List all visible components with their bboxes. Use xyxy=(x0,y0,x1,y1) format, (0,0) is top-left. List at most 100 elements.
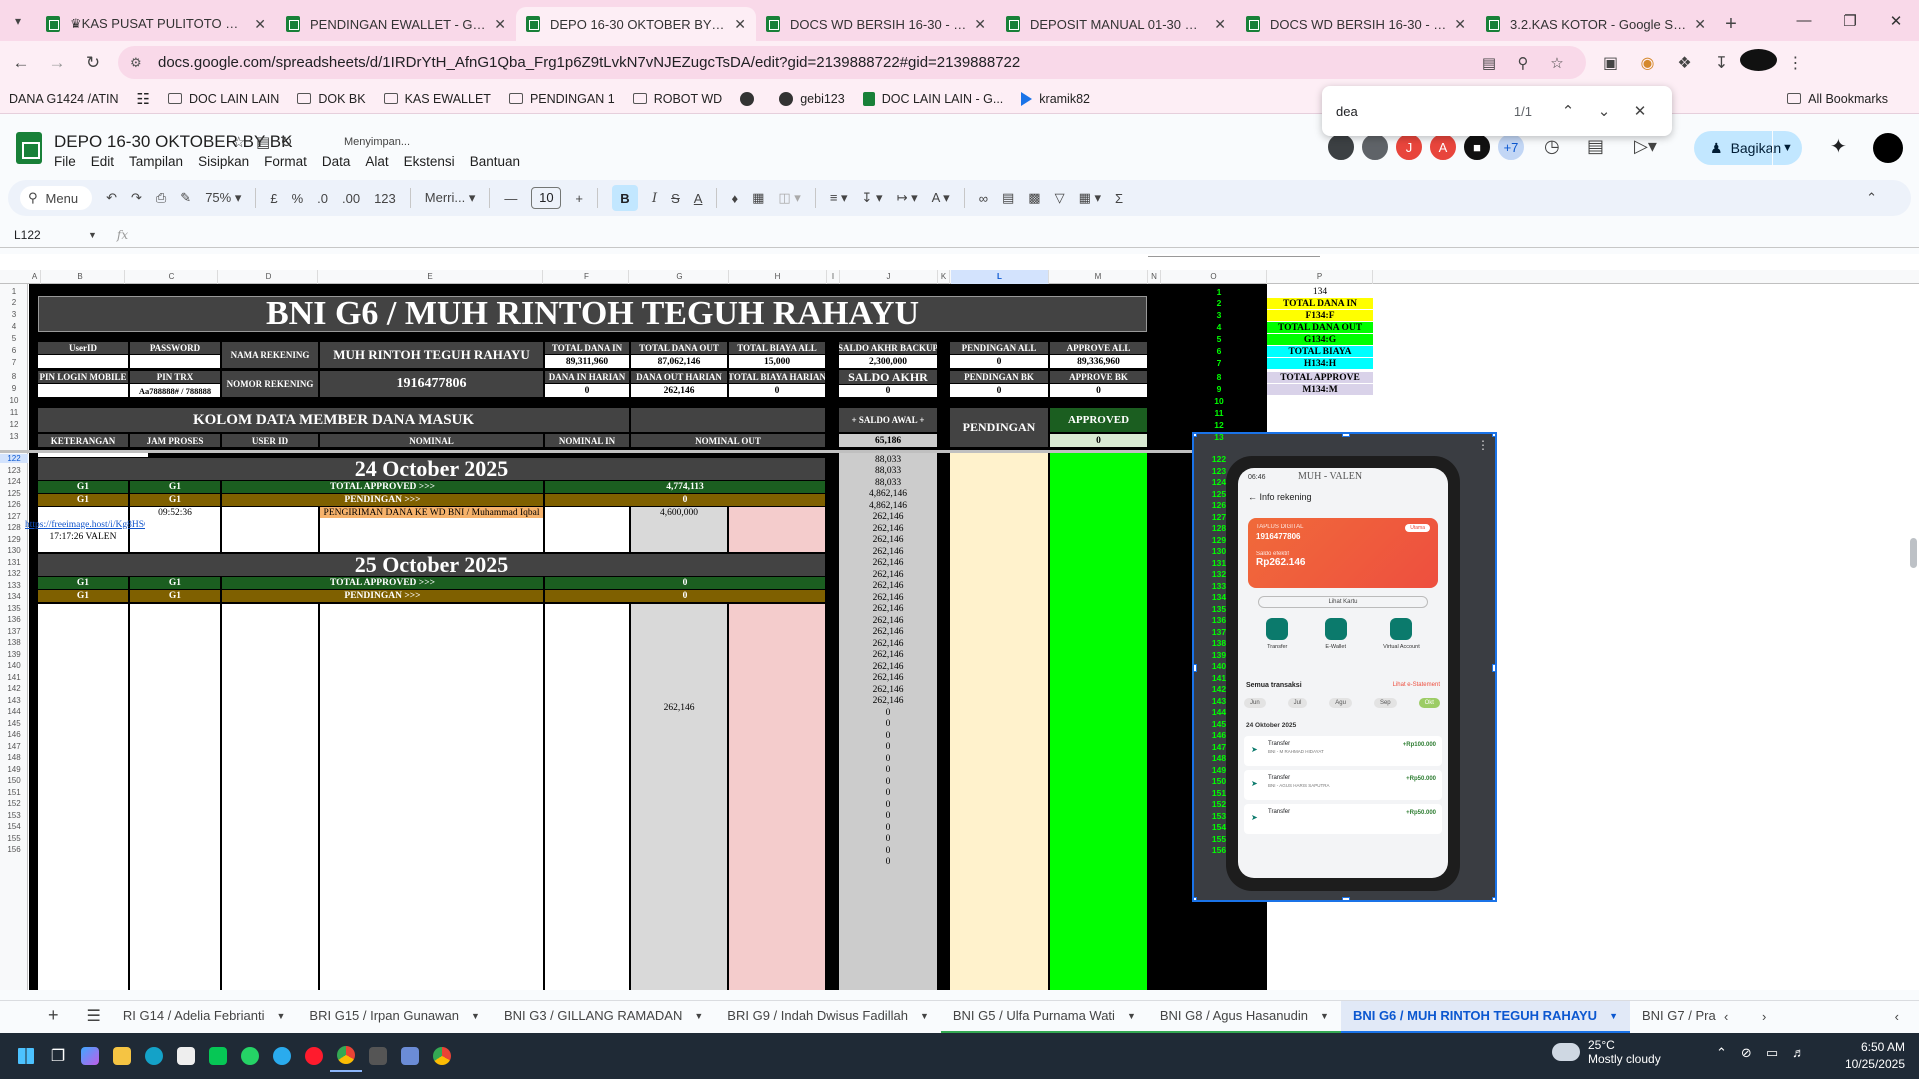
proof-link-cell[interactable]: https://freeimage.host/i/Kg8HSCg xyxy=(25,519,145,530)
dana-in-harian-label[interactable]: DANA IN HARIAN xyxy=(545,371,629,383)
increase-decimal-button[interactable]: .00 xyxy=(342,191,360,206)
column-header[interactable]: F xyxy=(545,270,629,284)
pengiriman-cell[interactable]: PENGIRIMAN DANA KE WD BNI / Muhammad Iqb… xyxy=(320,507,543,518)
sheet-tab[interactable]: BNI G5 / Ulfa Purnama Wati ▼ xyxy=(940,1001,1148,1034)
copilot-icon[interactable] xyxy=(74,1040,106,1072)
row-header[interactable]: 126 xyxy=(0,500,28,509)
horizontal-align-icon[interactable]: ≡ ▾ xyxy=(830,190,848,206)
saldo-value[interactable]: 262,146 xyxy=(839,535,937,546)
saldo-value[interactable]: 0 xyxy=(839,742,937,753)
row-header[interactable]: 8 xyxy=(0,372,28,381)
row-header[interactable]: 144 xyxy=(0,707,28,716)
row-number[interactable]: 2 xyxy=(1174,298,1264,308)
sheet-tab-dropdown-icon[interactable]: ▼ xyxy=(920,1011,929,1021)
row-number[interactable]: 1 xyxy=(1174,287,1264,297)
row-header[interactable]: 6 xyxy=(0,346,28,355)
saldo-value[interactable]: 0 xyxy=(839,845,937,856)
cast-icon[interactable]: ▣ xyxy=(1592,53,1629,73)
pendingan-row-label-2[interactable]: PENDINGAN >>> xyxy=(222,590,543,602)
resize-handle[interactable] xyxy=(1492,434,1495,437)
approved-header[interactable]: APPROVED xyxy=(1050,408,1147,432)
column-group-control[interactable] xyxy=(1148,256,1320,266)
browser-tab[interactable]: PENDINGAN EWALLET - Googl ✕ xyxy=(276,7,516,41)
userid-value[interactable] xyxy=(38,355,128,368)
column-header[interactable]: L xyxy=(951,270,1049,284)
paint-format-icon[interactable]: ✎ xyxy=(180,190,191,206)
row-header[interactable]: 143 xyxy=(0,696,28,705)
nominal-out-area-2[interactable] xyxy=(631,604,727,990)
opera-icon[interactable] xyxy=(298,1040,330,1072)
saldo-value[interactable]: 0 xyxy=(839,753,937,764)
saldo-value[interactable]: 0 xyxy=(839,776,937,787)
all-sheets-icon[interactable]: ☰ xyxy=(77,1001,111,1034)
row-header[interactable]: 150 xyxy=(0,776,28,785)
percent-button[interactable]: % xyxy=(292,191,304,206)
saldo-value[interactable]: 0 xyxy=(839,857,937,868)
browser-tab[interactable]: DEPOSIT MANUAL 01-30 OKTO ✕ xyxy=(996,7,1236,41)
font-select[interactable]: Merri... ▾ xyxy=(425,190,476,206)
zoom-select[interactable]: 75% ▾ xyxy=(205,190,241,206)
account-avatar[interactable] xyxy=(1873,133,1903,163)
share-dropdown-icon[interactable]: ▼ xyxy=(1772,131,1802,165)
puzzle-icon[interactable]: ❖ xyxy=(1666,53,1703,73)
row-header[interactable]: 7 xyxy=(0,358,28,367)
col-nominal-in[interactable]: NOMINAL IN xyxy=(545,434,629,447)
resize-handle[interactable] xyxy=(1492,897,1495,900)
saldo-awal-value[interactable]: 65,186 xyxy=(839,434,937,447)
print-icon[interactable]: ⎙ xyxy=(156,190,166,206)
row-number[interactable]: 140 xyxy=(1174,661,1264,671)
row-header[interactable]: 141 xyxy=(0,673,28,682)
row-header[interactable]: 154 xyxy=(0,822,28,831)
menu-search[interactable]: ⚲ Menu xyxy=(20,186,93,210)
approve-bk-label[interactable]: APPROVE BK xyxy=(1050,371,1147,383)
move-folder-icon[interactable]: ▤ xyxy=(256,133,270,151)
bookmark-item[interactable]: KAS EWALLET xyxy=(375,92,500,106)
jam-area-2[interactable] xyxy=(130,604,220,990)
row-number[interactable]: 128 xyxy=(1174,523,1264,533)
row-header[interactable]: 136 xyxy=(0,615,28,624)
pendingan-all-label[interactable]: PENDINGAN ALL xyxy=(950,342,1048,354)
row-header[interactable]: 147 xyxy=(0,742,28,751)
explore-icon[interactable]: ‹ xyxy=(1895,1009,1899,1024)
row-number[interactable]: 130 xyxy=(1174,546,1264,556)
saldo-value[interactable]: 0 xyxy=(839,811,937,822)
approve-all-label[interactable]: APPROVE ALL xyxy=(1050,342,1147,354)
saldo-value[interactable]: 262,146 xyxy=(839,546,937,557)
pendingan-row-value-2[interactable]: 0 xyxy=(545,590,825,602)
font-size-plus-icon[interactable]: + xyxy=(575,191,583,206)
row-number[interactable]: 141 xyxy=(1174,673,1264,683)
line-icon[interactable] xyxy=(202,1040,234,1072)
p-h134[interactable]: H134:H xyxy=(1267,358,1373,369)
scroll-tabs-left-icon[interactable]: ‹ xyxy=(1724,1009,1728,1024)
sheet-tab[interactable]: BRI G9 / Indah Dwisus Fadillah ▼ xyxy=(715,1001,941,1034)
row-number[interactable]: 5 xyxy=(1174,334,1264,344)
bookmark-star-icon[interactable]: ☆ xyxy=(1540,54,1574,72)
total-biaya-all-label[interactable]: TOTAL BIAYA ALL xyxy=(729,342,825,354)
fill-color-icon[interactable]: ♦ xyxy=(731,191,738,206)
total-approved-label-1[interactable]: TOTAL APPROVED >>> xyxy=(222,481,543,493)
column-header[interactable]: M xyxy=(1049,270,1148,284)
collaborator-avatar[interactable]: A xyxy=(1428,132,1458,162)
bookmark-item[interactable]: ☷ xyxy=(128,90,159,108)
out-cell-1[interactable]: 4,600,000 xyxy=(631,507,727,518)
history-icon[interactable]: ◷ xyxy=(1544,136,1560,157)
collaborator-avatar[interactable] xyxy=(1360,132,1390,162)
saldo-value[interactable]: 262,146 xyxy=(839,615,937,626)
row-number[interactable]: 154 xyxy=(1174,822,1264,832)
col-nominal-out[interactable]: NOMINAL OUT xyxy=(631,434,825,447)
sheet-tab-dropdown-icon[interactable]: ▼ xyxy=(1127,1011,1136,1021)
close-tab-icon[interactable]: ✕ xyxy=(974,16,986,33)
row-number[interactable]: 151 xyxy=(1174,788,1264,798)
resize-handle[interactable] xyxy=(1342,897,1350,900)
row-header[interactable]: 5 xyxy=(0,334,28,343)
row-number[interactable]: 137 xyxy=(1174,627,1264,637)
total-dana-in-value[interactable]: 89,311,960 xyxy=(545,355,629,368)
omnibox[interactable]: ⚙ docs.google.com/spreadsheets/d/1IRDrYt… xyxy=(118,46,1586,79)
row-header[interactable]: 132 xyxy=(0,569,28,578)
restore-icon[interactable]: ❐ xyxy=(1827,0,1873,41)
row-number[interactable]: 135 xyxy=(1174,604,1264,614)
approve-all-value[interactable]: 89,336,960 xyxy=(1050,355,1147,368)
saldo-value[interactable]: 4,862,146 xyxy=(839,500,937,511)
close-tab-icon[interactable]: ✕ xyxy=(494,16,506,33)
time-cell-1[interactable]: 09:52:36 xyxy=(130,507,220,518)
